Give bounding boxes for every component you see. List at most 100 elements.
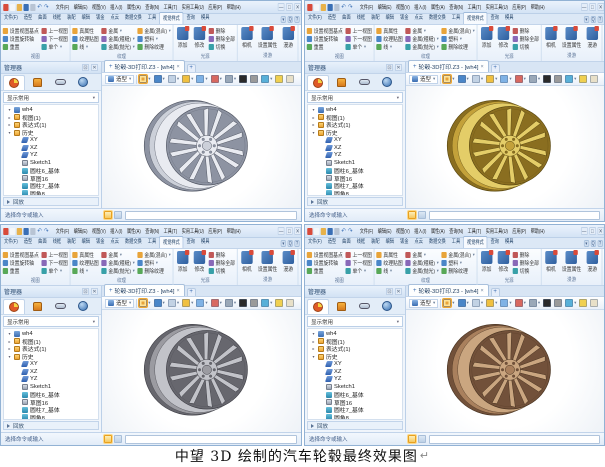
maximize-button[interactable]: □ [286, 3, 293, 11]
ribbon-button[interactable]: 修改 [496, 26, 511, 52]
ribbon-button[interactable]: 删除 [513, 27, 539, 35]
color-swatch-black[interactable] [543, 75, 551, 83]
ribbon-tab[interactable]: 查询 [488, 12, 502, 24]
tree-item[interactable]: ▾wh4 [308, 106, 402, 114]
ribbon-button[interactable]: 设置视图基点 [307, 251, 343, 259]
menu-item[interactable]: 工具(T) [162, 226, 179, 236]
ribbon-button[interactable]: 添加 [175, 250, 190, 276]
ribbon-button[interactable]: 设置旋转轴 [3, 259, 39, 267]
tree-item[interactable]: XZ [4, 368, 98, 376]
print-icon[interactable] [30, 4, 35, 11]
tree-item[interactable]: 圆柱7_基体 [308, 406, 402, 414]
ribbon-tab[interactable]: 造型 [21, 236, 35, 248]
ribbon-tab[interactable]: 工具 [449, 236, 463, 248]
ribbon-tab[interactable]: 曲面 [35, 12, 49, 24]
ribbon-button[interactable]: 设置属性 [560, 26, 583, 51]
ribbon-tab[interactable]: 编辑 [79, 236, 93, 248]
print-icon[interactable] [334, 228, 339, 235]
wireframe-mode-icon[interactable] [458, 75, 466, 83]
app-logo-icon[interactable] [3, 4, 8, 11]
ribbon-button[interactable]: 漫游 [281, 250, 296, 275]
tree-item[interactable]: 圆柱7_基体 [4, 406, 98, 414]
ribbon-button[interactable]: 删除全部 [209, 35, 235, 43]
light-toggle-icon[interactable] [182, 299, 190, 307]
ribbon-button[interactable]: 塑料▾ [137, 35, 170, 43]
ribbon-button[interactable]: 切换 [513, 267, 539, 275]
shade-mode-icon[interactable] [443, 75, 451, 83]
ribbon-button[interactable]: 单个▾ [345, 43, 371, 51]
close-panel-button[interactable]: ✕ [395, 288, 402, 295]
help-icon[interactable]: ? [294, 240, 299, 247]
ribbon-button[interactable]: 修改 [192, 26, 207, 52]
wheel-3d-model[interactable] [118, 312, 286, 430]
search-icon[interactable]: Q [591, 240, 596, 247]
tree-item[interactable]: ▸表达式(1) [308, 345, 402, 353]
color-swatch-black[interactable] [239, 75, 247, 83]
wheel-3d-model[interactable] [421, 88, 589, 206]
document-tab[interactable]: + 轮毂-3D打印.Z3 - [wh4] × [104, 284, 185, 296]
search-icon[interactable]: Q [591, 16, 596, 23]
ribbon-button[interactable]: 纹理贴图 [376, 259, 402, 267]
ribbon-button[interactable]: 修改 [192, 250, 207, 276]
ribbon-tab[interactable]: 数据交换 [122, 12, 145, 24]
ribbon-button[interactable]: 上一视图 [345, 27, 371, 35]
tree-item[interactable]: ▾历史 [308, 353, 402, 361]
menu-item[interactable]: 编辑(E) [376, 2, 393, 12]
tree-item[interactable]: XZ [308, 368, 402, 376]
minimize-button[interactable]: — [278, 3, 285, 11]
menu-item[interactable]: 应用(P) [511, 2, 528, 12]
ribbon-button[interactable]: 设置属性 [256, 250, 279, 275]
tree-item[interactable]: YZ [4, 376, 98, 384]
ribbon-tab[interactable]: 编辑 [383, 12, 397, 24]
ribbon-tab[interactable]: 造型 [325, 236, 339, 248]
menu-item[interactable]: 实用工具(U) [484, 2, 509, 12]
grid-view-icon[interactable] [104, 211, 112, 219]
replay-section[interactable]: 回放 [3, 197, 99, 206]
ribbon-button[interactable]: 下一视图 [345, 259, 371, 267]
ribbon-button[interactable]: 切换 [209, 267, 235, 275]
ribbon-button[interactable]: 切换 [513, 43, 539, 51]
close-tab-icon[interactable]: × [480, 288, 483, 294]
ribbon-button[interactable]: 下一视图 [41, 259, 67, 267]
menu-item[interactable]: 帮助(H) [529, 2, 546, 12]
tree-item[interactable]: 圆角8 [308, 190, 402, 196]
menu-item[interactable]: 工具(T) [466, 226, 483, 236]
menu-item[interactable]: 属性(A) [125, 2, 142, 12]
ribbon-tab[interactable]: 线框 [354, 236, 368, 248]
ribbon-button[interactable]: 切换 [209, 43, 235, 51]
tree-item[interactable]: XY [4, 136, 98, 144]
grid-toggle-icon[interactable] [225, 75, 233, 83]
ribbon-button[interactable]: 删除纹理 [441, 267, 474, 275]
maximize-button[interactable]: □ [286, 227, 293, 235]
ribbon-tab[interactable]: 查询 [488, 236, 502, 248]
ribbon-tab[interactable]: 视觉样式 [159, 236, 183, 248]
menu-item[interactable]: 查询(N) [448, 226, 465, 236]
close-button[interactable]: ✕ [294, 3, 301, 11]
print-icon[interactable] [30, 228, 35, 235]
ribbon-button[interactable]: 重置 [307, 267, 343, 275]
tree-item[interactable]: YZ [4, 152, 98, 160]
app-logo-icon[interactable] [307, 4, 312, 11]
open-file-icon[interactable] [321, 228, 326, 235]
render-icon[interactable] [565, 75, 573, 83]
document-tab[interactable]: + 轮毂-3D打印.Z3 - [wh4] × [408, 60, 489, 72]
ribbon-tab[interactable]: 视觉样式 [159, 12, 183, 24]
menu-item[interactable]: 插入(I) [413, 226, 428, 236]
document-tab[interactable]: + 轮毂-3D打印.Z3 - [wh4] × [104, 60, 185, 72]
tree-item[interactable]: XY [4, 360, 98, 368]
open-file-icon[interactable] [321, 4, 326, 11]
menu-item[interactable]: 查询(N) [144, 226, 161, 236]
menu-item[interactable]: 应用(P) [207, 226, 224, 236]
ribbon-button[interactable]: 上一视图 [345, 251, 371, 259]
search-icon[interactable]: Q [288, 16, 293, 23]
menu-item[interactable]: 实用工具(U) [180, 226, 205, 236]
section-view-icon[interactable] [515, 299, 523, 307]
menu-item[interactable]: 文件(F) [358, 2, 375, 12]
ribbon-tab[interactable]: 模具 [198, 236, 212, 248]
ribbon-button[interactable]: 设置旋转轴 [3, 35, 39, 43]
menu-item[interactable]: 应用(P) [207, 2, 224, 12]
ribbon-tab[interactable]: 视觉样式 [463, 236, 487, 248]
ribbon-button[interactable]: 金属▾ [405, 27, 438, 35]
assembly-tab[interactable] [330, 75, 352, 90]
minimize-button[interactable]: — [581, 227, 588, 235]
